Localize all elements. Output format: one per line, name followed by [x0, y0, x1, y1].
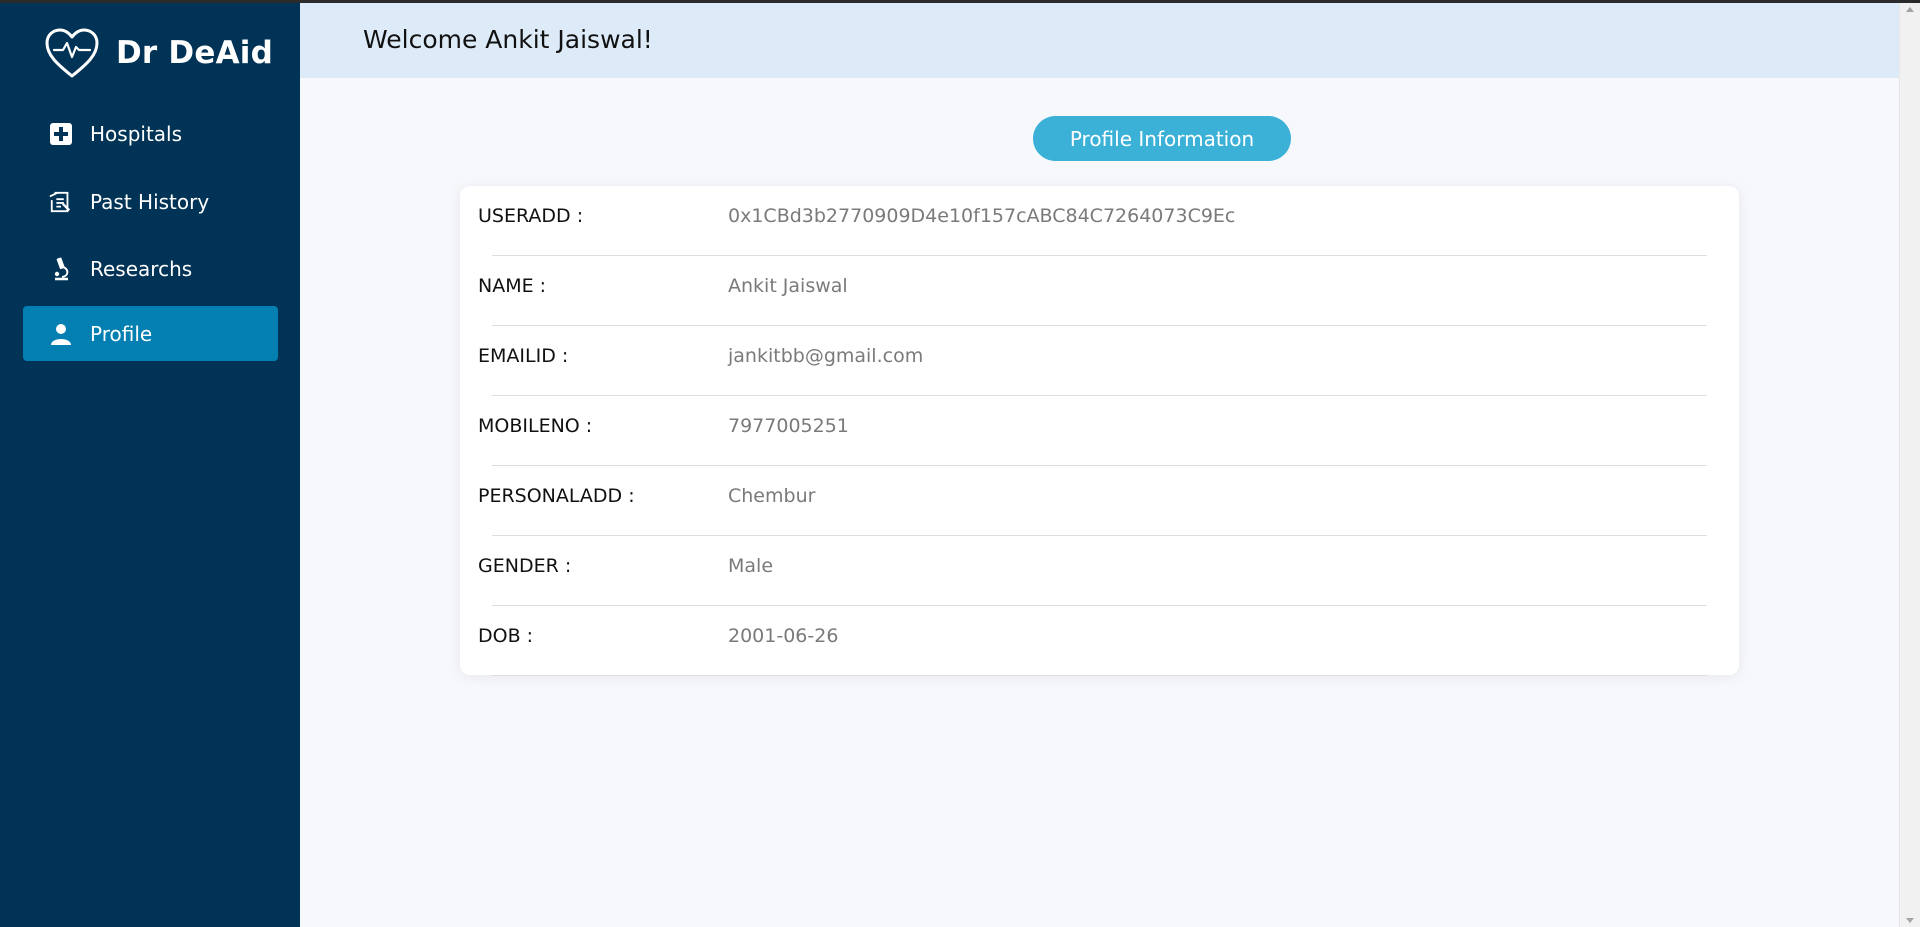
field-label: PERSONALADD :	[478, 485, 635, 507]
scroll-down-icon[interactable]	[1906, 918, 1914, 923]
heart-pulse-icon	[45, 28, 99, 78]
microscope-icon	[49, 257, 73, 281]
field-value: 2001-06-26	[728, 625, 839, 647]
profile-card: USERADD : 0x1CBd3b2770909D4e10f157cABC84…	[460, 186, 1739, 676]
field-label: GENDER :	[478, 555, 572, 577]
row-divider	[492, 675, 1707, 676]
hospital-plus-icon	[49, 122, 73, 146]
field-label: NAME :	[478, 275, 547, 297]
field-value: jankitbb@gmail.com	[728, 345, 924, 367]
sidebar-item-past-history[interactable]: Past History	[23, 174, 278, 229]
profile-row-gender: GENDER : Male	[460, 536, 1739, 606]
field-value: Ankit Jaiswal	[728, 275, 848, 297]
sidebar-item-label: Past History	[90, 189, 210, 214]
profile-row-mobileno: MOBILENO : 7977005251	[460, 396, 1739, 466]
field-label: MOBILENO :	[478, 415, 593, 437]
field-label: USERADD :	[478, 205, 584, 227]
sidebar-item-label: Researchs	[90, 256, 193, 281]
profile-row-emailid: EMAILID : jankitbb@gmail.com	[460, 326, 1739, 396]
sidebar-item-hospitals[interactable]: Hospitals	[23, 106, 278, 161]
brand-logo[interactable]: Dr DeAid	[43, 25, 273, 81]
vertical-scrollbar[interactable]	[1899, 3, 1920, 927]
user-icon	[49, 322, 73, 346]
sidebar-item-profile[interactable]: Profile	[23, 306, 278, 361]
main-content: Profile Information USERADD : 0x1CBd3b27…	[300, 78, 1899, 927]
sidebar-item-researchs[interactable]: Researchs	[23, 241, 278, 296]
sidebar-item-label: Hospitals	[90, 121, 183, 146]
field-value: Chembur	[728, 485, 816, 507]
field-value: Male	[728, 555, 774, 577]
profile-information-button[interactable]: Profile Information	[1033, 116, 1291, 161]
field-value: 0x1CBd3b2770909D4e10f157cABC84C7264073C9…	[728, 205, 1236, 227]
field-label: DOB :	[478, 625, 534, 647]
profile-row-dob: DOB : 2001-06-26	[460, 606, 1739, 676]
profile-row-personaladd: PERSONALADD : Chembur	[460, 466, 1739, 536]
top-header: Welcome Ankit Jaiswal!	[300, 3, 1899, 78]
brand-name: Dr DeAid	[116, 35, 273, 71]
sidebar: Dr DeAid Hospitals Past History Research…	[0, 3, 300, 927]
profile-row-name: NAME : Ankit Jaiswal	[460, 256, 1739, 326]
welcome-message: Welcome Ankit Jaiswal!	[363, 25, 653, 54]
profile-row-useradd: USERADD : 0x1CBd3b2770909D4e10f157cABC84…	[460, 186, 1739, 256]
sidebar-item-label: Profile	[90, 321, 153, 346]
field-label: EMAILID :	[478, 345, 569, 367]
history-clipboard-icon	[49, 190, 73, 214]
scroll-up-icon[interactable]	[1906, 7, 1914, 12]
field-value: 7977005251	[728, 415, 849, 437]
